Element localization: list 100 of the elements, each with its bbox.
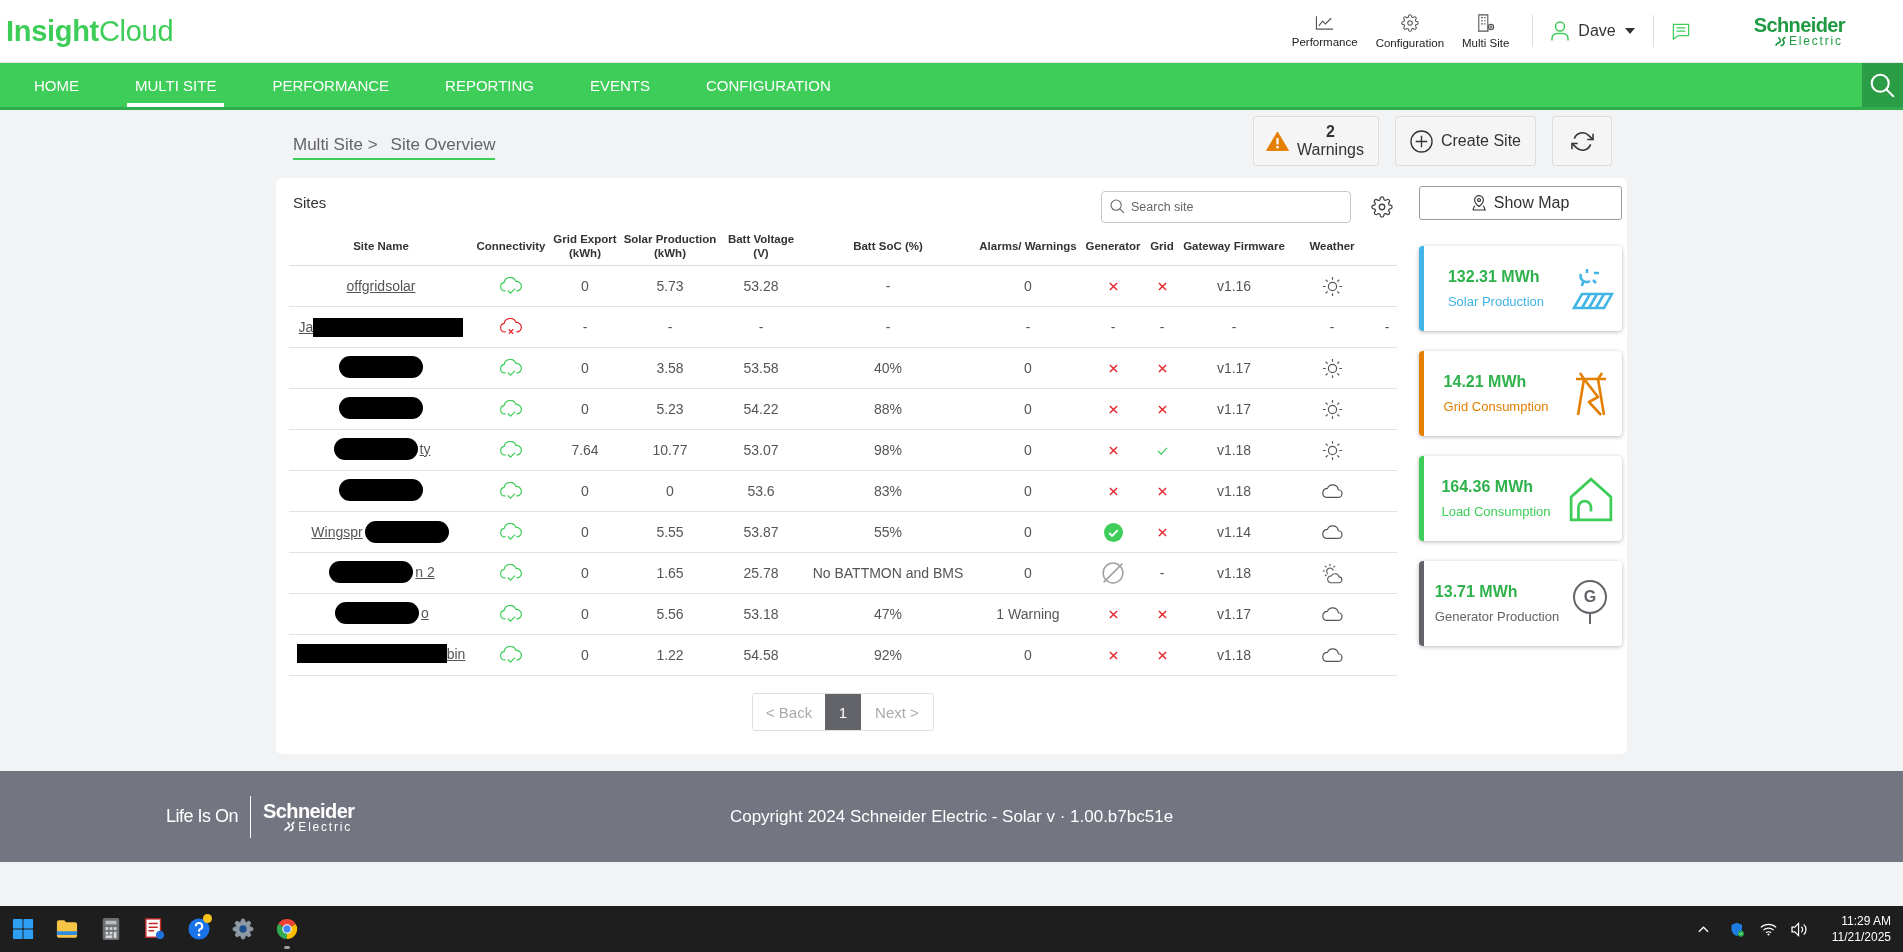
- cross-icon: [1157, 610, 1167, 619]
- configuration-shortcut[interactable]: Configuration: [1370, 13, 1450, 49]
- site-name-link[interactable]: Ja: [298, 319, 314, 335]
- table-cell: -: [667, 319, 673, 335]
- start-menu-icon[interactable]: [12, 918, 34, 940]
- cloud-icon: [1321, 648, 1343, 664]
- column-header: Site Name: [353, 239, 409, 252]
- table-cell: 0: [1024, 483, 1032, 499]
- brand-wordmark: Schneider: [263, 800, 355, 821]
- search-field[interactable]: Search site: [1101, 190, 1351, 223]
- brand-subtitle: Electric: [1788, 35, 1843, 47]
- site-name-link[interactable]: ty: [419, 440, 431, 457]
- footer-tagline: Life Is On: [166, 806, 239, 827]
- table-cell: -: [1231, 319, 1237, 335]
- column-header: Grid: [1150, 239, 1174, 252]
- table-cell: 92%: [874, 647, 902, 663]
- cross-icon: [1157, 651, 1167, 660]
- settings-icon[interactable]: [1371, 195, 1393, 218]
- check-circle-icon: [1103, 522, 1123, 542]
- table-cell: 54.58: [743, 647, 779, 663]
- card-label: Load Consumption: [1441, 504, 1551, 519]
- sun-icon: [1321, 275, 1343, 297]
- user-menu-button[interactable]: Dave: [1547, 21, 1639, 41]
- wifi-icon[interactable]: [1759, 921, 1777, 937]
- table-cell: 0: [581, 360, 589, 376]
- table-cell: v1.17: [1216, 401, 1252, 417]
- table-cell: -: [1159, 565, 1165, 581]
- table-cell: -: [885, 319, 891, 335]
- cross-icon: [1108, 364, 1118, 373]
- table-cell: 55%: [874, 524, 902, 540]
- multi-site-shortcut[interactable]: Multi Site: [1457, 13, 1515, 49]
- table-cell: 98%: [874, 442, 902, 458]
- table-cell: 3.58: [656, 360, 684, 376]
- table-cell: 83%: [874, 483, 902, 499]
- logo-mark-icon: [1773, 35, 1787, 47]
- folder-icon[interactable]: [56, 918, 78, 940]
- chevron-up-icon[interactable]: [1697, 925, 1709, 933]
- table-cell: 1 Warning: [996, 606, 1060, 622]
- table-cell: v1.17: [1216, 606, 1252, 622]
- calculator-icon[interactable]: [100, 918, 122, 940]
- building-icon: [1476, 13, 1495, 32]
- table-cell: v1.18: [1216, 442, 1252, 458]
- table-cell: -: [1329, 319, 1335, 335]
- warning-icon: [1265, 131, 1289, 151]
- card-label: Generator Production: [1434, 609, 1560, 624]
- search-icon: [1110, 198, 1125, 214]
- site-name-link[interactable]: n 2: [415, 563, 435, 580]
- settings-icon: [1400, 13, 1419, 32]
- table-cell: -: [1110, 319, 1116, 335]
- breadcrumb-link[interactable]: Multi Site >: [293, 135, 378, 155]
- site-name-link[interactable]: bin: [446, 645, 466, 662]
- show-map-button[interactable]: Show Map: [1419, 186, 1622, 220]
- table-cell: -: [885, 278, 891, 294]
- search-icon: [1870, 72, 1895, 98]
- sun-icon: [1321, 439, 1343, 461]
- table-cell: 0: [1024, 442, 1032, 458]
- table-cell: 0: [581, 647, 589, 663]
- table-cell: -: [1384, 319, 1390, 335]
- table-cell: 1.22: [656, 647, 684, 663]
- refresh-button[interactable]: [1552, 116, 1612, 166]
- create-site-button[interactable]: Create Site: [1394, 116, 1536, 166]
- user-icon: [1551, 21, 1570, 41]
- cloud-icon: [1321, 607, 1343, 623]
- browser-icon[interactable]: [276, 918, 298, 940]
- cross-icon: [1108, 651, 1118, 660]
- performance-shortcut[interactable]: Performance: [1286, 14, 1363, 48]
- site-name-link[interactable]: Wingspr: [311, 524, 363, 540]
- help-icon[interactable]: [188, 918, 210, 940]
- clock-date: 11/21/2025: [1831, 929, 1891, 946]
- empty-set-icon: [1102, 562, 1124, 584]
- volume-icon[interactable]: [1790, 921, 1808, 937]
- brand-wordmark: Schneider: [1753, 15, 1845, 35]
- page-button[interactable]: 1: [825, 694, 861, 730]
- table-cell: 53.28: [743, 278, 779, 294]
- document-app-icon[interactable]: [144, 918, 166, 940]
- cross-icon: [1157, 487, 1167, 496]
- card-value: 164.36 MWh: [1441, 478, 1534, 496]
- search-button[interactable]: [1862, 63, 1903, 107]
- settings-icon[interactable]: [232, 918, 254, 940]
- column-header: Gateway Firmware: [1183, 239, 1285, 252]
- table-cell: -: [1159, 319, 1165, 335]
- column-header: Batt Voltage (V): [727, 232, 795, 259]
- column-header: Generator: [1085, 239, 1141, 252]
- column-header: Alarms/ Warnings: [979, 239, 1077, 252]
- copyright-text: Copyright 2024 Schneider Electric - Solar v · 1.00.b7bc51e: [729, 806, 1174, 827]
- logo-mark-icon: [283, 821, 297, 832]
- site-name-link[interactable]: offgridsolar: [346, 278, 416, 294]
- table-cell: 0: [1024, 278, 1032, 294]
- table-cell: 0: [1024, 524, 1032, 540]
- warnings-button[interactable]: 2 Warnings: [1252, 116, 1379, 166]
- table-cell: v1.18: [1216, 483, 1252, 499]
- sun-icon: [1321, 357, 1343, 379]
- check-icon: [1156, 447, 1168, 455]
- table-cell: v1.18: [1216, 647, 1252, 663]
- site-name-link[interactable]: o: [421, 604, 429, 621]
- table-cell: v1.18: [1216, 565, 1252, 581]
- table-cell: 54.22: [743, 401, 779, 417]
- table-cell: 0: [1024, 401, 1032, 417]
- table-cell: 25.78: [743, 565, 779, 581]
- table-cell: 53.6: [747, 483, 775, 499]
